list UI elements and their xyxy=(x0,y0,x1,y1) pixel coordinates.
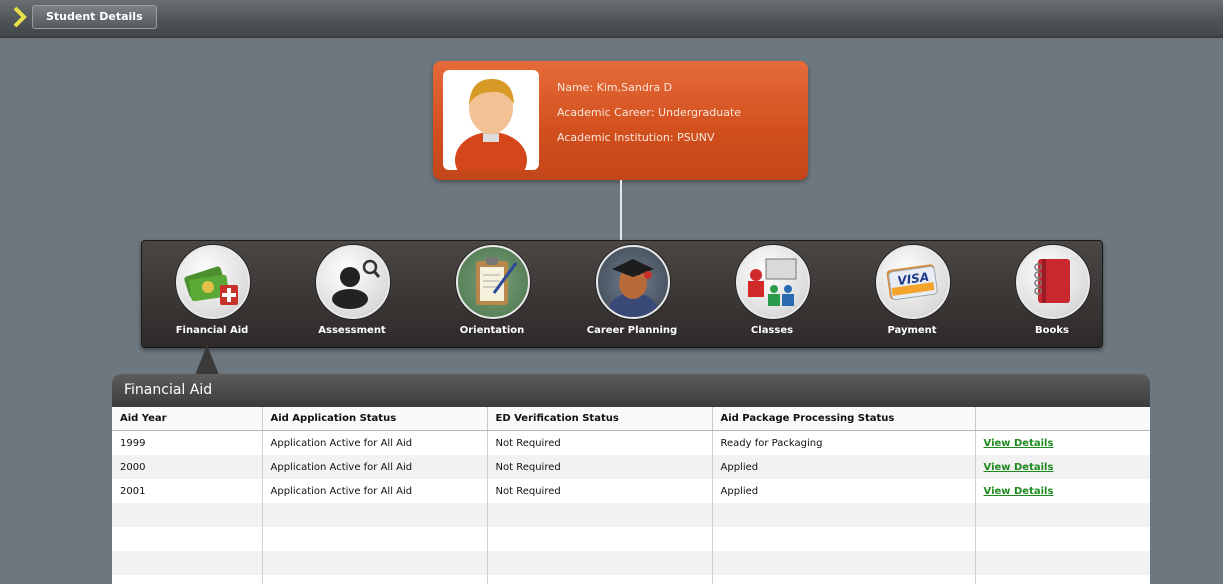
student-career: Academic Career: Undergraduate xyxy=(557,106,742,119)
table-header: Aid Year Aid Application Status ED Verif… xyxy=(112,407,1150,431)
money-icon xyxy=(176,245,250,319)
graduate-icon xyxy=(596,245,670,319)
empty-row xyxy=(112,551,1150,575)
classroom-icon xyxy=(736,245,810,319)
nav-label: Books xyxy=(1035,325,1069,336)
cell-package-status: Applied xyxy=(712,455,976,479)
student-details-button[interactable]: Student Details xyxy=(32,5,157,29)
student-avatar xyxy=(443,70,539,170)
cell-actions: View Details xyxy=(975,430,1150,455)
cell-package-status: Ready for Packaging xyxy=(712,430,976,455)
nav-item-orientation[interactable]: Orientation xyxy=(422,241,562,347)
selected-pointer xyxy=(195,345,219,375)
view-details-link[interactable]: View Details xyxy=(984,462,1054,473)
chevron-right-icon xyxy=(13,6,27,28)
col-ed-verification-status: ED Verification Status xyxy=(487,407,713,431)
empty-row xyxy=(112,503,1150,527)
cell-ed-status: Not Required xyxy=(487,479,713,503)
nav-label: Financial Aid xyxy=(175,325,249,336)
nav-item-payment[interactable]: VISA Payment xyxy=(842,241,982,347)
student-name: Name: Kim,Sandra D xyxy=(557,81,673,94)
nav-item-career-planning[interactable]: Career Planning xyxy=(562,241,702,347)
cell-actions: View Details xyxy=(975,479,1150,503)
nav-label: Assessment xyxy=(318,325,386,336)
student-institution: Academic Institution: PSUNV xyxy=(557,131,715,144)
nav-item-financial-aid[interactable]: Financial Aid xyxy=(142,241,282,347)
financial-aid-panel: Financial Aid Aid Year Aid Application S… xyxy=(112,374,1150,584)
nav-label: Payment xyxy=(887,325,937,336)
credit-card-icon: VISA xyxy=(876,245,950,319)
panel-title: Financial Aid xyxy=(112,374,1150,407)
cell-ed-status: Not Required xyxy=(487,430,713,455)
col-actions xyxy=(975,407,1150,431)
nav-item-assessment[interactable]: Assessment xyxy=(282,241,422,347)
col-aid-package-status: Aid Package Processing Status xyxy=(712,407,976,431)
nav-label: Orientation xyxy=(459,325,525,336)
cell-aid-year: 2001 xyxy=(112,479,263,503)
assessment-icon xyxy=(316,245,390,319)
table-row: 2001 Application Active for All Aid Not … xyxy=(112,479,1150,503)
cell-package-status: Applied xyxy=(712,479,976,503)
nav-item-classes[interactable]: Classes xyxy=(702,241,842,347)
view-details-link[interactable]: View Details xyxy=(984,486,1054,497)
clipboard-icon xyxy=(456,245,530,319)
student-card: Name: Kim,Sandra D Academic Career: Unde… xyxy=(433,61,808,180)
empty-row xyxy=(112,527,1150,551)
col-aid-year: Aid Year xyxy=(112,407,263,431)
cell-aid-year: 1999 xyxy=(112,430,263,455)
cell-app-status: Application Active for All Aid xyxy=(262,455,488,479)
nav-item-books[interactable]: Books xyxy=(982,241,1122,347)
person-icon xyxy=(455,78,527,170)
empty-row xyxy=(112,575,1150,584)
table-row: 1999 Application Active for All Aid Not … xyxy=(112,430,1150,455)
cell-ed-status: Not Required xyxy=(487,455,713,479)
nav-label: Career Planning xyxy=(586,325,678,336)
top-bar: Student Details xyxy=(0,0,1223,38)
view-details-link[interactable]: View Details xyxy=(984,438,1054,449)
col-aid-application-status: Aid Application Status xyxy=(262,407,488,431)
financial-aid-table: Aid Year Aid Application Status ED Verif… xyxy=(112,407,1150,584)
module-nav: Financial Aid Assessment Orientation Car… xyxy=(141,240,1103,348)
cell-app-status: Application Active for All Aid xyxy=(262,430,488,455)
notebook-icon xyxy=(1016,245,1090,319)
cell-actions: View Details xyxy=(975,455,1150,479)
table-row: 2000 Application Active for All Aid Not … xyxy=(112,455,1150,479)
connector-line xyxy=(620,180,622,244)
cell-aid-year: 2000 xyxy=(112,455,263,479)
cell-app-status: Application Active for All Aid xyxy=(262,479,488,503)
student-info: Name: Kim,Sandra D Academic Career: Unde… xyxy=(557,75,741,150)
nav-label: Classes xyxy=(750,325,794,336)
